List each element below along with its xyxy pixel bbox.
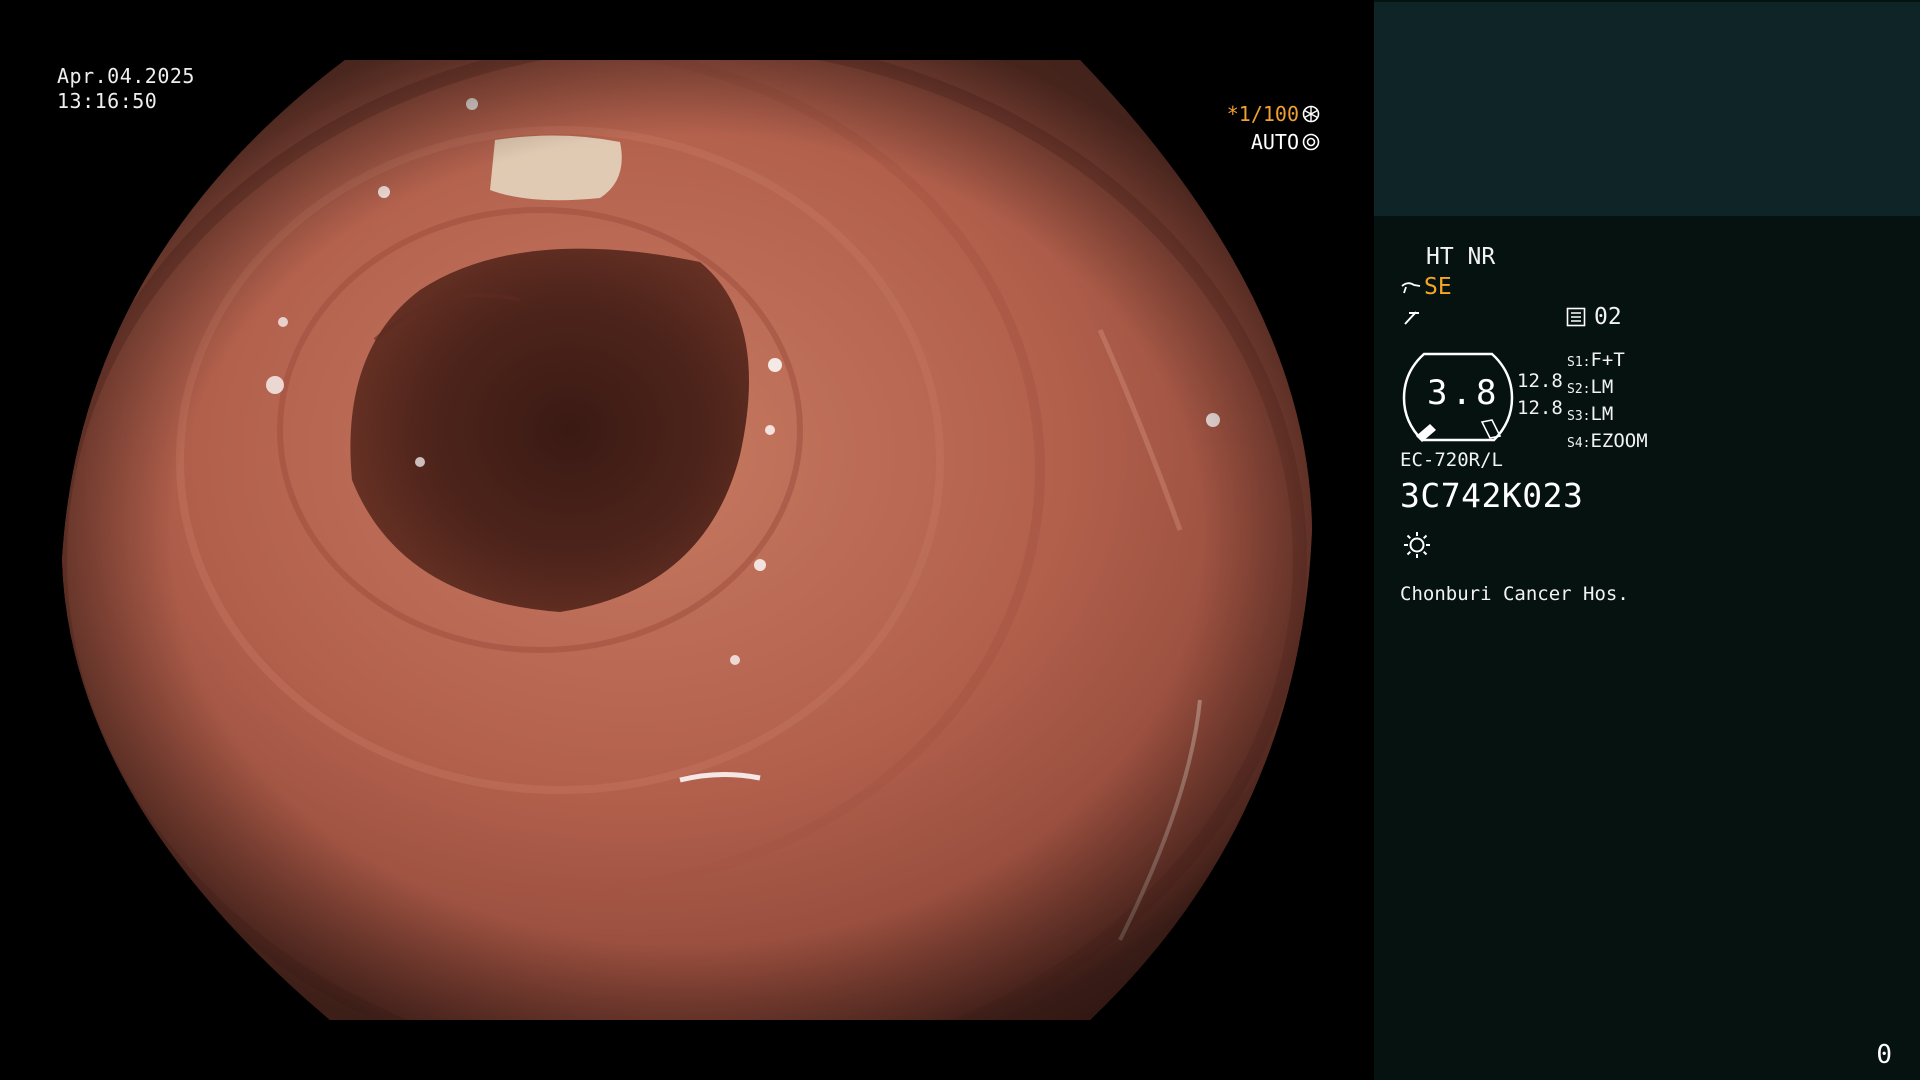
switch-key: S3: <box>1567 409 1591 424</box>
switch-key: S1: <box>1567 355 1591 370</box>
date-text: Apr.04.2025 <box>57 64 195 88</box>
se-indicator: SE <box>1400 274 1452 300</box>
switch-row: S3:LM <box>1567 402 1648 429</box>
iris-mode: AUTO <box>1250 130 1299 154</box>
se-icon <box>1401 282 1421 294</box>
panel-header <box>1374 2 1920 216</box>
memory-channel: 02 <box>1566 304 1622 330</box>
switch-key: S4: <box>1567 436 1591 451</box>
endoscope-view: Apr.04.2025 13:16:50 *1/100 AUTO <box>0 0 1374 1080</box>
switch-key: S2: <box>1567 382 1591 397</box>
switch-list: S1:F+T S2:LM S3:LM S4:EZOOM <box>1567 348 1648 456</box>
endoscope-image <box>62 60 1312 1020</box>
time-text: 13:16:50 <box>57 89 158 113</box>
switch-row: S4:EZOOM <box>1567 429 1648 456</box>
iris-icon <box>1302 133 1320 151</box>
light-icon <box>1404 532 1430 558</box>
switch-value: EZOOM <box>1590 430 1648 452</box>
mucosa-field <box>62 60 1312 1020</box>
freeze-icon <box>1404 311 1419 325</box>
scope-model: EC-720R/L <box>1400 449 1503 471</box>
gauge-lower-value: 12.8 <box>1517 397 1563 419</box>
channel-number: 02 <box>1594 304 1622 330</box>
switch-row: S2:LM <box>1567 375 1648 402</box>
gauge-upper-value: 12.8 <box>1517 370 1563 392</box>
shutter-speed: *1/100 <box>1226 102 1299 126</box>
se-label: SE <box>1424 274 1452 300</box>
page-number: 0 <box>1876 1040 1892 1070</box>
switch-value: LM <box>1590 376 1614 398</box>
switch-value: F+T <box>1590 349 1625 371</box>
memory-icon <box>1566 307 1586 327</box>
hospital-name: Chonburi Cancer Hos. <box>1400 583 1629 605</box>
exposure-overlay: *1/100 AUTO <box>1227 100 1320 156</box>
mode-line: HT NR <box>1426 244 1496 270</box>
gauge-value: 3.8 <box>1427 373 1501 413</box>
switch-row: S1:F+T <box>1567 348 1648 375</box>
timestamp: Apr.04.2025 13:16:50 <box>57 64 195 114</box>
switch-value: LM <box>1590 403 1614 425</box>
info-panel: HT NR SE 02 3.8 12.8 12.8 S1:F+T S2:LM S… <box>1374 0 1920 1080</box>
scope-serial: 3C742K023 <box>1400 476 1584 515</box>
shutter-icon <box>1302 105 1320 123</box>
